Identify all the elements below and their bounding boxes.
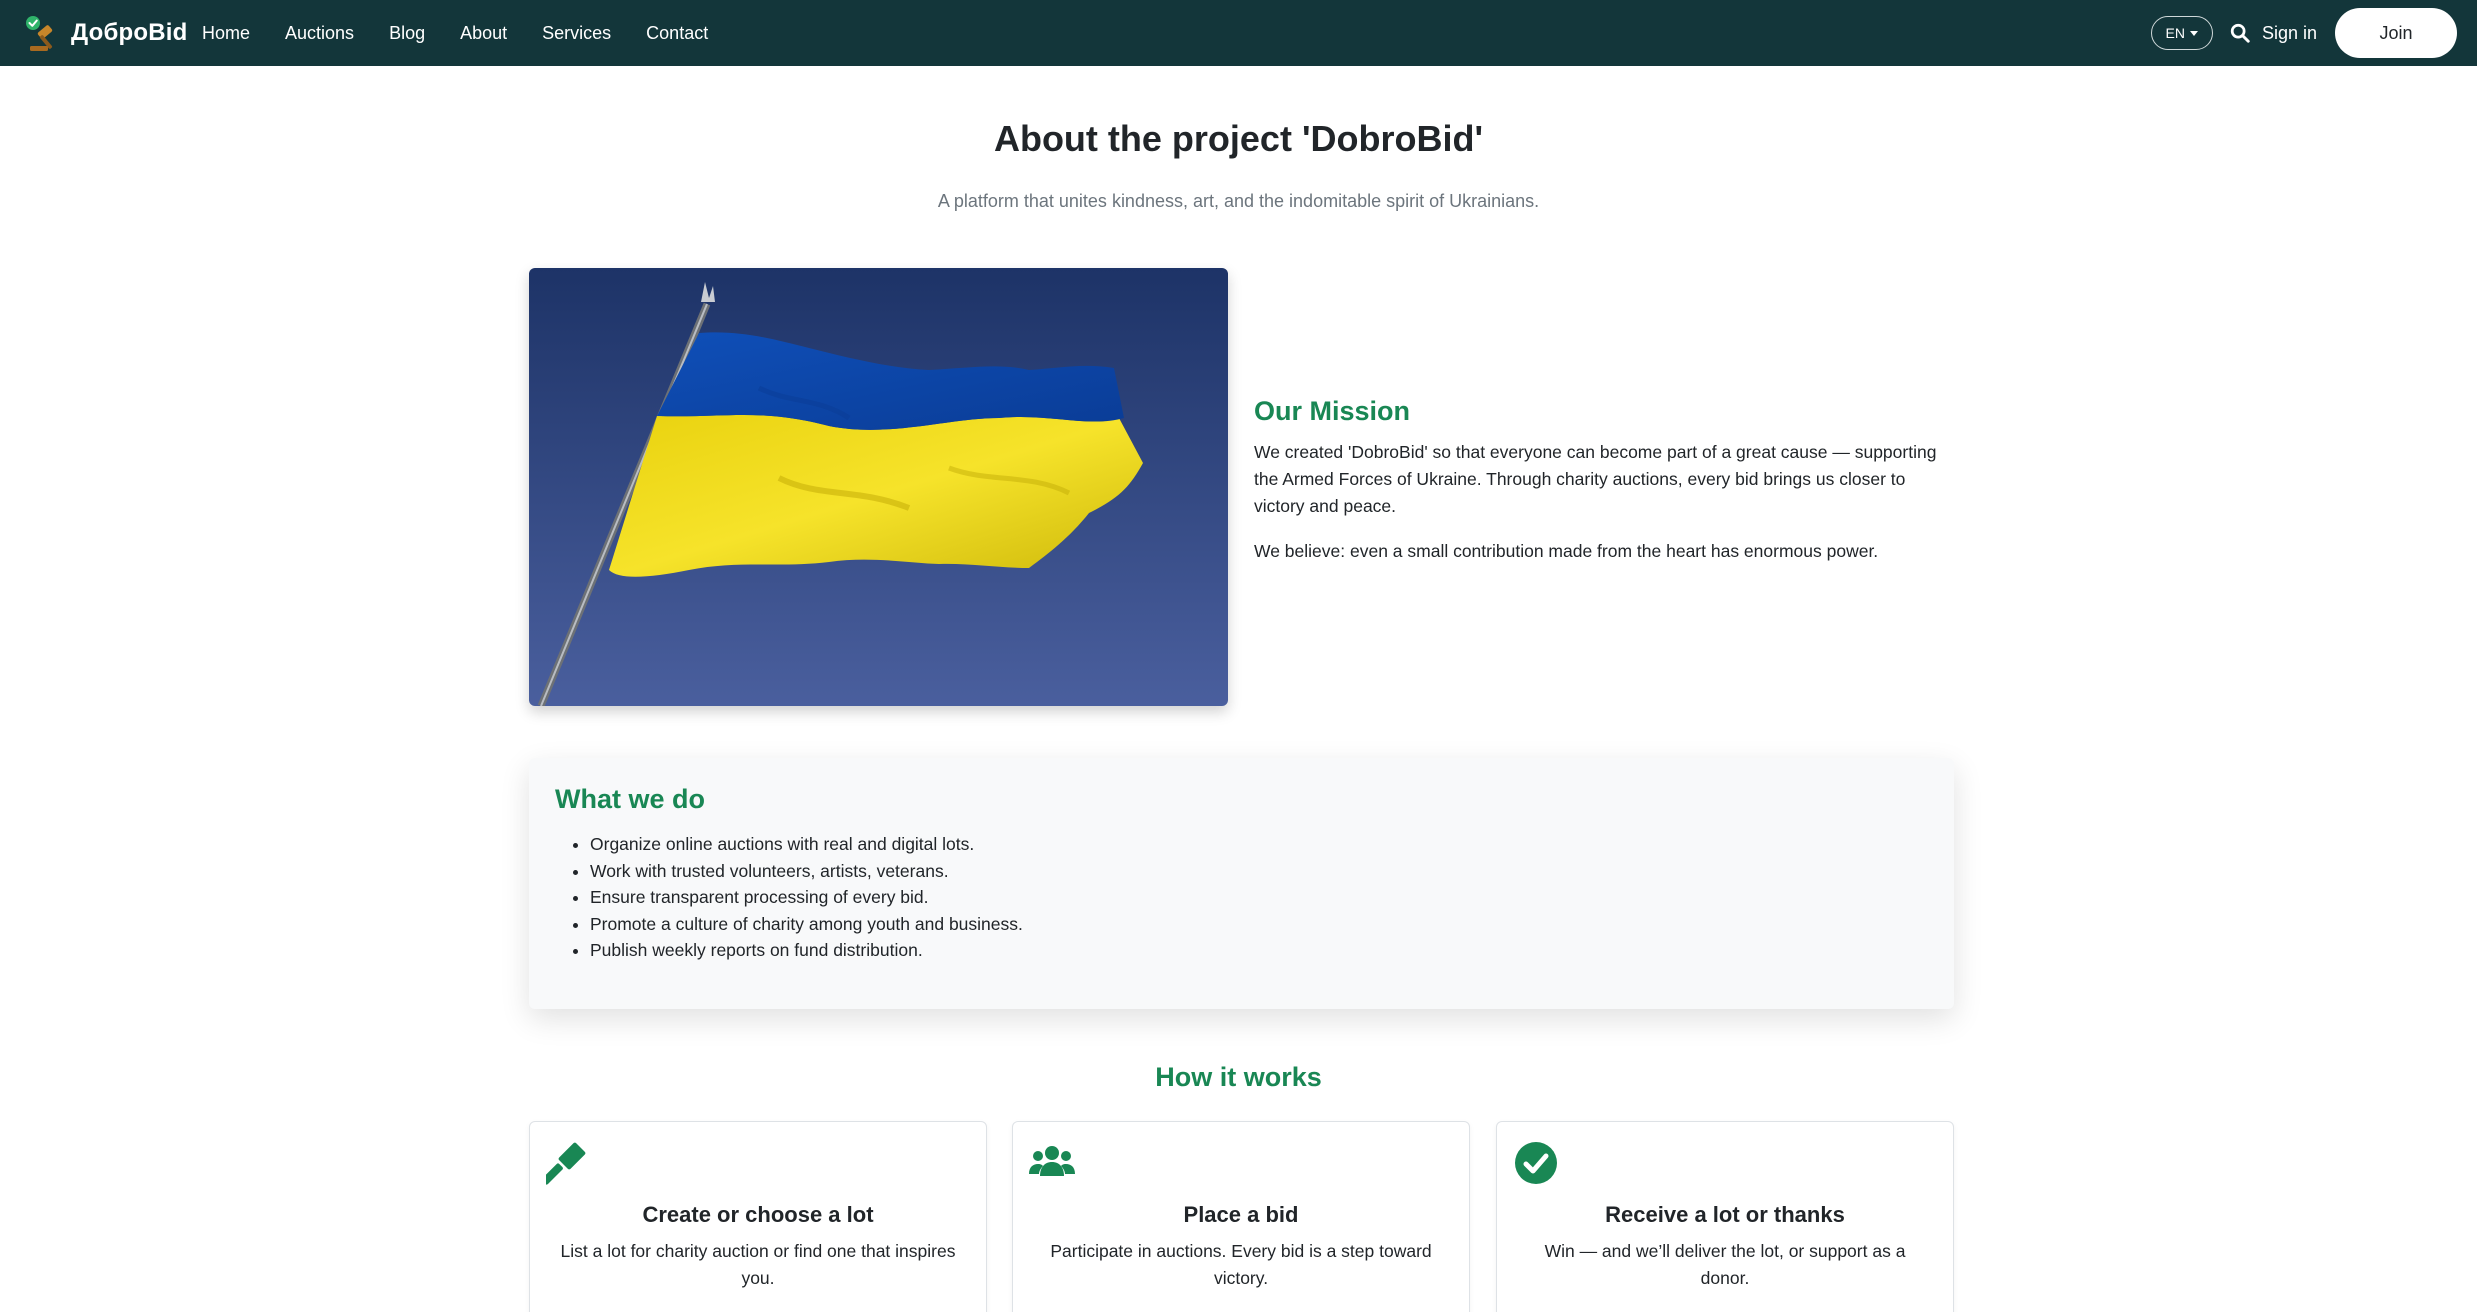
search-icon[interactable] (2229, 22, 2251, 44)
step-title: Receive a lot or thanks (1605, 1202, 1845, 1227)
mission-title: Our Mission (1254, 396, 1411, 426)
ukraine-flag-image (529, 268, 1228, 706)
main-nav: Home Auctions Blog About Services Contac… (202, 0, 743, 66)
step-card-receive: Receive a lot or thanks Win — and we’ll … (1496, 1121, 1954, 1312)
nav-home[interactable]: Home (202, 23, 250, 44)
users-icon (1029, 1146, 1075, 1176)
mission-paragraph-1: We created 'DobroBid' so that everyone c… (1254, 442, 1937, 516)
step-card-create: Create or choose a lot List a lot for ch… (529, 1121, 987, 1312)
list-item: Organize online auctions with real and d… (590, 831, 1928, 858)
nav-about[interactable]: About (460, 23, 507, 44)
language-dropdown[interactable]: EN (2150, 16, 2213, 50)
what-we-do-title: What we do (555, 784, 705, 814)
step-description: List a lot for charity auction or find o… (560, 1241, 956, 1288)
page-title: About the project 'DobroBid' (993, 118, 1484, 159)
step-description: Win — and we’ll deliver the lot, or supp… (1544, 1241, 1906, 1288)
caret-down-icon (2189, 30, 2198, 36)
nav-actions: EN Sign in Join (2150, 0, 2457, 66)
nav-contact[interactable]: Contact (646, 23, 708, 44)
list-item: Work with trusted volunteers, artists, v… (590, 858, 1928, 885)
top-navbar: ДоброBid Home Auctions Blog About Servic… (0, 0, 2477, 66)
mission-section: Our Mission We created 'DobroBid' so tha… (1254, 396, 1954, 583)
join-button[interactable]: Join (2335, 8, 2457, 58)
mission-paragraph-2: We believe: even a small contribution ma… (1254, 541, 1879, 561)
check-circle-icon (1515, 1142, 1557, 1184)
brand-name: ДоброBid (71, 19, 188, 46)
step-title: Place a bid (1183, 1202, 1299, 1227)
what-we-do-list: Organize online auctions with real and d… (555, 831, 1928, 964)
nav-auctions[interactable]: Auctions (285, 23, 354, 44)
language-label: EN (2165, 25, 2185, 41)
page-subtitle: A platform that unites kindness, art, an… (937, 191, 1540, 211)
list-item: Promote a culture of charity among youth… (590, 911, 1928, 938)
gavel-icon (546, 1142, 586, 1185)
how-it-works-title: How it works (1155, 1062, 1322, 1092)
signin-link[interactable]: Sign in (2262, 23, 2317, 44)
step-title: Create or choose a lot (642, 1202, 874, 1227)
step-description: Participate in auctions. Every bid is a … (1050, 1241, 1432, 1288)
brand-logo-link[interactable]: ДоброBid (24, 14, 187, 52)
list-item: Ensure transparent processing of every b… (590, 884, 1928, 911)
gavel-logo-icon (26, 16, 53, 51)
what-we-do-card: What we do Organize online auctions with… (529, 758, 1954, 1009)
nav-services[interactable]: Services (542, 23, 611, 44)
list-item: Publish weekly reports on fund distribut… (590, 937, 1928, 964)
nav-blog[interactable]: Blog (389, 23, 425, 44)
step-card-bid: Place a bid Participate in auctions. Eve… (1012, 1121, 1470, 1312)
